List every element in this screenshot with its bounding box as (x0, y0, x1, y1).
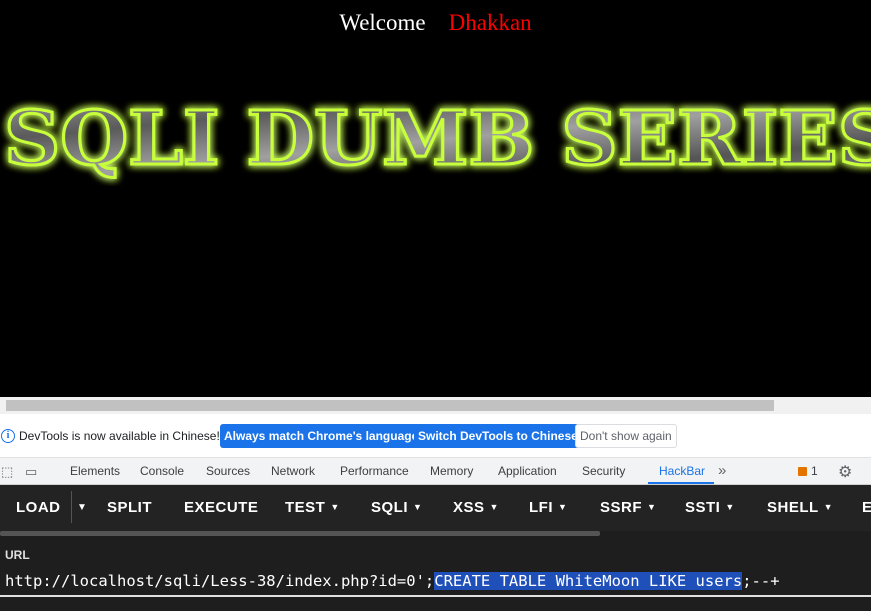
url-suffix: ;--+ (742, 572, 780, 590)
issues-counter[interactable]: 1 (798, 464, 818, 478)
tab-console[interactable]: Console (140, 464, 184, 478)
hackbar-panel: LOAD ▼ SPLIT EXECUTE TEST ▼ SQLI ▼ XSS ▼ LF… (0, 485, 871, 611)
hackbar-toolbar: LOAD ▼ SPLIT EXECUTE TEST ▼ SQLI ▼ XSS ▼ LF… (0, 485, 871, 531)
split-button[interactable]: SPLIT (107, 499, 152, 516)
tab-network[interactable]: Network (271, 464, 315, 478)
chevron-double-right-icon[interactable]: » (718, 462, 726, 479)
tab-hackbar[interactable]: HackBar (659, 464, 705, 478)
test-label: TEST (285, 499, 326, 516)
gear-icon[interactable]: ⚙ (838, 462, 852, 482)
always-match-language-button[interactable]: Always match Chrome's language (220, 424, 423, 448)
ssti-label: SSTI (685, 499, 721, 516)
ssrf-menu-button[interactable]: SSRF ▼ (600, 499, 656, 516)
lfi-label: LFI (529, 499, 553, 516)
chevron-down-icon: ▼ (823, 502, 834, 512)
url-prefix: http://localhost/sqli/Less-38/index.php?… (5, 572, 435, 590)
lfi-menu-button[interactable]: LFI ▼ (529, 499, 567, 516)
chevron-down-icon: ▼ (489, 502, 499, 512)
execute-button[interactable]: EXECUTE (184, 499, 258, 516)
toolbar-divider (71, 491, 72, 523)
toolbar-scrollbar[interactable] (0, 531, 600, 536)
tab-sources[interactable]: Sources (206, 464, 250, 478)
ssti-menu-button[interactable]: SSTI ▼ (685, 499, 735, 516)
chevron-down-icon: ▼ (330, 502, 340, 512)
url-selected-text: CREATE TABLE WhiteMoon LIKE users (434, 572, 743, 590)
devtools-language-infobar: i DevTools is now available in Chinese! … (0, 414, 871, 458)
welcome-label: Welcome (339, 10, 426, 35)
load-dropdown-caret-icon[interactable]: ▼ (77, 502, 87, 513)
info-icon: i (1, 429, 15, 443)
url-value[interactable]: http://localhost/sqli/Less-38/index.php?… (5, 572, 780, 590)
device-toolbar-icon[interactable]: ▭ (25, 464, 37, 480)
tab-memory[interactable]: Memory (430, 464, 473, 478)
page-viewport: Welcome Dhakkan SQLI DUMB SERIES (0, 0, 871, 397)
shell-label: SHELL (767, 499, 819, 516)
test-menu-button[interactable]: TEST ▼ (285, 499, 340, 516)
ssrf-label: SSRF (600, 499, 643, 516)
active-tab-indicator (648, 482, 714, 484)
url-input[interactable]: http://localhost/sqli/Less-38/index.php?… (0, 567, 871, 597)
sqli-banner: SQLI DUMB SERIES (3, 96, 871, 184)
shell-menu-button[interactable]: SHELL ▼ (767, 499, 833, 516)
horizontal-scrollbar[interactable] (0, 397, 871, 414)
inspect-element-icon[interactable]: ⬚ (1, 464, 13, 480)
dont-show-again-button[interactable]: Don't show again (575, 424, 677, 448)
chevron-down-icon: ▼ (558, 502, 568, 512)
tab-application[interactable]: Application (498, 464, 557, 478)
devtools-tabbar: ⬚ ▭ Elements Console Sources Network Per… (0, 458, 871, 485)
tab-performance[interactable]: Performance (340, 464, 409, 478)
infobar-message: DevTools is now available in Chinese! (19, 429, 220, 443)
encode-menu-button[interactable]: E (862, 499, 871, 516)
sqli-menu-button[interactable]: SQLI ▼ (371, 499, 422, 516)
chevron-down-icon: ▼ (647, 502, 657, 512)
url-label: URL (5, 548, 30, 562)
load-button[interactable]: LOAD (16, 499, 61, 516)
tab-elements[interactable]: Elements (70, 464, 120, 478)
xss-label: XSS (453, 499, 485, 516)
tab-security[interactable]: Security (582, 464, 625, 478)
scrollbar-thumb[interactable] (6, 400, 774, 411)
welcome-line: Welcome Dhakkan (0, 10, 871, 36)
chevron-down-icon: ▼ (725, 502, 735, 512)
issues-count: 1 (811, 464, 818, 478)
issue-flag-icon (798, 467, 807, 476)
welcome-username: Dhakkan (448, 10, 532, 35)
xss-menu-button[interactable]: XSS ▼ (453, 499, 499, 516)
banner-text: SQLI DUMB SERIES (4, 96, 871, 182)
sqli-label: SQLI (371, 499, 409, 516)
chevron-down-icon: ▼ (413, 502, 423, 512)
switch-to-chinese-button[interactable]: Switch DevTools to Chinese (414, 424, 582, 448)
